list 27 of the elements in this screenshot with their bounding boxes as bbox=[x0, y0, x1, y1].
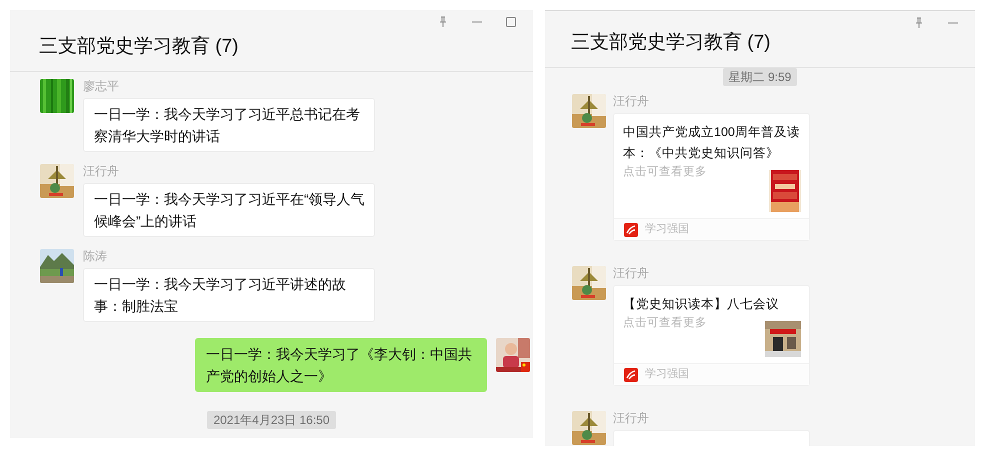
sender-name: 汪行舟 bbox=[83, 164, 120, 178]
app-logo-icon bbox=[624, 222, 638, 236]
sender-name: 汪行舟 bbox=[613, 411, 650, 425]
link-card[interactable]: 中国共产党成立100周年普及读本：《中共党史知识问答》 点击可查看更多 学习强国 bbox=[613, 113, 810, 241]
chat-title: 三支部党史学习教育 (7) bbox=[570, 30, 772, 55]
sender-name: 陈涛 bbox=[83, 249, 108, 263]
chat-title: 三支部党史学习教育 (7) bbox=[38, 34, 240, 59]
card-title: 中国共产党成立100周年普及读本：《中共党史知识问答》 bbox=[623, 124, 801, 162]
sender-name: 廖志平 bbox=[83, 79, 120, 93]
message-bubble: 一日一学：我今天学习了习近平讲述的故事：制胜法宝 bbox=[83, 268, 375, 322]
pin-icon[interactable] bbox=[913, 17, 925, 29]
maximize-button[interactable] bbox=[505, 16, 517, 28]
timestamp: 2021年4月23日 16:50 bbox=[207, 411, 336, 429]
sender-name: 汪行舟 bbox=[613, 266, 650, 280]
app-logo-icon bbox=[624, 368, 638, 382]
link-card[interactable]: 【党史知识读本】八七会议 点击可查看更多 学习强国 bbox=[613, 285, 810, 386]
card-description: 点击可查看更多 bbox=[623, 316, 707, 331]
card-description: 点击可查看更多 bbox=[623, 164, 707, 180]
pin-icon[interactable] bbox=[437, 16, 449, 28]
sender-name: 汪行舟 bbox=[613, 94, 650, 108]
card-source: 学习强国 bbox=[645, 367, 689, 382]
card-source: 学习强国 bbox=[645, 222, 689, 238]
message-bubble: 一日一学：我今天学习了习近平在“领导人气候峰会”上的讲话 bbox=[83, 183, 375, 237]
timestamp: 星期二 9:59 bbox=[722, 68, 798, 86]
message-bubble: 一日一学：我今天学习了《李大钊：中国共产党的创始人之一》 bbox=[195, 338, 487, 392]
card-title: 【党史知识读本】八七会议 bbox=[623, 296, 780, 313]
message-bubble: 一日一学：我今天学习了习近平总书记在考察清华大学时的讲话 bbox=[83, 98, 375, 152]
